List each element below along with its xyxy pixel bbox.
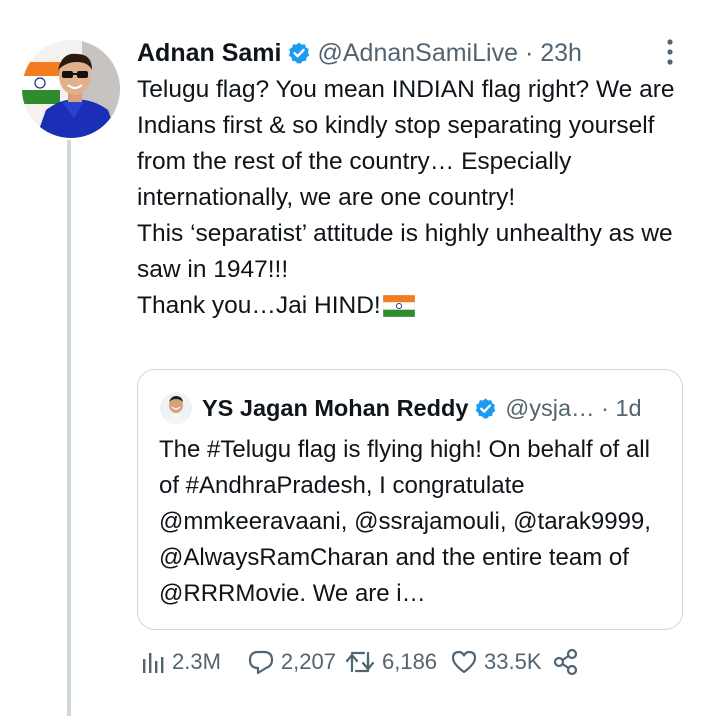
reply-button[interactable]: 2,207 (247, 649, 336, 675)
like-button[interactable]: 33.5K (450, 649, 542, 675)
tweet-text: Telugu flag? You mean INDIAN flag right?… (137, 72, 687, 328)
quoted-tweet-timestamp[interactable]: 1d (615, 392, 641, 424)
tweet-header: Adnan Sami @AdnanSamiLive · 23h (137, 37, 582, 69)
tweet-text-line: This ‘separatist’ attitude is highly unh… (137, 220, 673, 283)
views-count: 2.3M (172, 649, 221, 674)
tweet-timestamp[interactable]: 23h (540, 37, 582, 69)
retweet-icon (345, 651, 375, 673)
author-name[interactable]: Adnan Sami (137, 37, 281, 69)
quoted-author-avatar[interactable] (160, 392, 192, 424)
quoted-tweet-text: The #Telugu flag is flying high! On beha… (159, 436, 651, 607)
header-separator: · (524, 39, 534, 67)
views-icon (143, 653, 164, 673)
author-handle[interactable]: @AdnanSamiLive (317, 37, 518, 69)
share-icon (553, 648, 577, 676)
quoted-author-name[interactable]: YS Jagan Mohan Reddy (202, 392, 468, 424)
quoted-header-separator: · (601, 395, 609, 421)
verified-badge-icon (287, 41, 311, 65)
share-button[interactable] (552, 648, 580, 676)
india-flag-icon (382, 292, 415, 328)
avatar-image (22, 40, 120, 138)
quoted-tweet-card[interactable]: YS Jagan Mohan Reddy @ysja… · 1d The #Te… (137, 369, 683, 630)
reply-icon (248, 650, 274, 675)
quoted-verified-badge-icon (474, 397, 497, 420)
quoted-author-handle[interactable]: @ysja… (505, 392, 594, 424)
tweet-actions: 2.3M 2,207 6,186 33.5K (140, 648, 580, 676)
thread-line (67, 140, 71, 716)
quoted-tweet-header: YS Jagan Mohan Reddy @ysja… · 1d (202, 392, 642, 424)
tweet-text-line: Thank you…Jai HIND! (137, 288, 687, 328)
retweet-count: 6,186 (381, 649, 438, 674)
like-count: 33.5K (484, 649, 542, 674)
author-avatar[interactable] (22, 40, 120, 138)
retweet-button[interactable]: 6,186 (344, 649, 437, 675)
reply-count: 2,207 (280, 649, 336, 674)
heart-icon (451, 650, 477, 674)
tweet-text-line: Telugu flag? You mean INDIAN flag right?… (137, 76, 675, 211)
views-button[interactable]: 2.3M (140, 649, 221, 675)
more-options-icon[interactable] (658, 38, 682, 66)
quoted-avatar-image (160, 392, 192, 424)
